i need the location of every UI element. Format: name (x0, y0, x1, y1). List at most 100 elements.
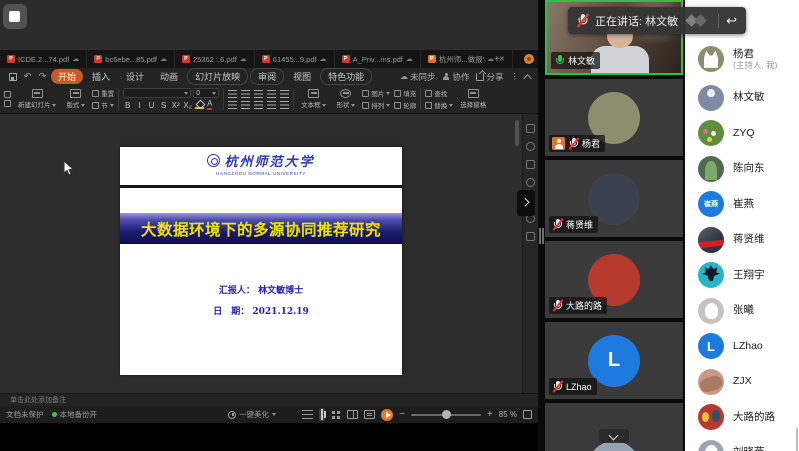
document-tab[interactable]: P A_Priv...ms.pdf ☁ (335, 50, 421, 68)
participant-row[interactable]: ZJX (685, 364, 799, 400)
format-painter-button[interactable] (4, 100, 11, 107)
justify-icon[interactable] (267, 101, 276, 109)
participant-row[interactable]: ZYQ (685, 116, 799, 152)
account-avatar[interactable] (524, 54, 534, 64)
participant-row[interactable]: 崔燕 崔燕 (685, 187, 799, 223)
align-right-icon[interactable] (254, 101, 263, 109)
menu-tab[interactable]: 动画 (153, 69, 185, 84)
format-toggle-button[interactable]: X² (171, 101, 180, 110)
video-tile[interactable]: 杨君 (545, 79, 683, 156)
replace-button[interactable]: 替换 (425, 100, 453, 110)
normal-view-button[interactable] (319, 408, 325, 421)
format-toggle-button[interactable]: U (147, 101, 156, 110)
arrange-button[interactable]: 排列 (362, 100, 390, 110)
undo-icon[interactable]: ↶ (21, 70, 34, 83)
menu-tab[interactable]: 视图 (286, 69, 318, 84)
scroll-tiles-down-button[interactable] (599, 429, 629, 443)
share-button[interactable]: 分享 (476, 71, 503, 83)
notes-view-icon[interactable] (364, 410, 375, 419)
format-toggle-button[interactable]: X₂ (183, 101, 192, 110)
zoom-slider-thumb[interactable] (442, 410, 451, 419)
find-button[interactable]: 查找 (425, 88, 453, 98)
menu-tab[interactable]: 审阅 (250, 68, 284, 85)
participant-row[interactable]: 杨君 (主持人, 我) (685, 38, 799, 80)
participant-list-scrollbar[interactable] (796, 428, 798, 451)
document-tab[interactable]: P 61455...9.pdf ☁ (255, 50, 335, 68)
slide-canvas[interactable]: 杭州师范大学 HANGZHOU NORMAL UNIVERSITY 大数据环境下… (0, 114, 522, 393)
font-color-button[interactable]: A (207, 100, 212, 110)
zoom-out-button[interactable]: − (399, 410, 405, 420)
document-tab[interactable]: P ICDE.2...74.pdf ☁ (0, 50, 87, 68)
menu-tab[interactable]: 设计 (119, 69, 151, 84)
record-tool-icon[interactable] (526, 178, 535, 187)
fill-button[interactable]: 填充 (394, 88, 416, 98)
participant-row[interactable]: 陈向东 (685, 151, 799, 187)
format-toggle-button[interactable]: B (123, 101, 132, 110)
menu-tab[interactable]: 插入 (85, 69, 117, 84)
document-tab[interactable]: P bc6ebe...85.pdf ☁ (87, 50, 175, 68)
fit-screen-icon[interactable] (523, 410, 532, 419)
reset-button[interactable]: 重置 (92, 88, 114, 98)
indent-increase-icon[interactable] (267, 90, 276, 98)
shapes-button[interactable]: 形状 (333, 89, 358, 109)
bullet-list-icon[interactable] (228, 90, 237, 98)
slide[interactable]: 杭州师范大学 HANGZHOU NORMAL UNIVERSITY 大数据环境下… (120, 147, 402, 375)
picture-button[interactable]: 图片 (362, 88, 390, 98)
participant-row[interactable]: 王翔宇 (685, 258, 799, 294)
notes-bar[interactable]: 单击此处添加备注 (0, 393, 538, 406)
align-center-icon[interactable] (241, 101, 250, 109)
textbox-button[interactable]: 文本框 (298, 89, 329, 109)
paste-button[interactable] (4, 91, 11, 98)
zoom-slider[interactable] (411, 414, 481, 416)
participant-row[interactable]: 张曦 (685, 293, 799, 329)
numbered-list-icon[interactable] (241, 90, 250, 98)
video-tile[interactable] (545, 403, 683, 451)
floating-share-widget[interactable] (3, 4, 27, 29)
more-menu-icon[interactable]: ⋮ (511, 71, 520, 82)
font-name-select[interactable] (123, 88, 191, 98)
indent-decrease-icon[interactable] (254, 90, 263, 98)
video-tile[interactable]: 大路的路 (545, 241, 683, 318)
new-tab-button[interactable]: + (486, 50, 508, 68)
return-arrow-icon[interactable]: ↩ (726, 14, 737, 27)
slide-sorter-icon[interactable] (331, 410, 341, 419)
collapse-ribbon-icon[interactable] (523, 74, 531, 82)
layout-button[interactable]: 版式 (63, 89, 88, 109)
sync-status[interactable]: ☁未同步 (400, 71, 436, 83)
video-tile[interactable]: 蒋贤维 (545, 160, 683, 237)
font-size-select[interactable]: 0 (193, 88, 219, 98)
line-spacing-icon[interactable] (280, 90, 289, 98)
save-icon[interactable] (6, 70, 19, 83)
animation-pane-icon[interactable] (526, 124, 535, 133)
menu-tab[interactable]: 开始 (51, 69, 83, 84)
comment-tool-icon[interactable] (526, 142, 535, 151)
highlight-color-icon[interactable] (195, 101, 204, 109)
menu-tab[interactable]: 幻灯片放映 (187, 68, 248, 85)
new-slide-button[interactable]: 新建幻灯片 (15, 89, 59, 109)
outline-button[interactable]: 轮廓 (394, 100, 416, 110)
panel-resize-handle[interactable] (539, 228, 544, 244)
section-button[interactable]: 节 (92, 100, 114, 110)
selection-pane-button[interactable]: 选择窗格 (457, 89, 489, 109)
expand-panel-arrow[interactable] (517, 190, 535, 216)
format-toggle-button[interactable]: S (159, 101, 168, 110)
view-settings-icon[interactable] (302, 410, 313, 419)
redo-icon[interactable]: ↷ (36, 70, 49, 83)
zoom-in-button[interactable]: + (487, 410, 493, 420)
columns-icon[interactable] (280, 101, 289, 109)
reading-view-icon[interactable] (347, 410, 358, 419)
beautify-button[interactable]: 一键美化 (228, 409, 276, 420)
lock-tool-icon[interactable] (526, 160, 535, 169)
menu-tab[interactable]: 特色功能 (320, 68, 372, 85)
video-tile[interactable]: L LZhao (545, 322, 683, 399)
participant-row[interactable]: 林文敏 (685, 80, 799, 116)
participant-row[interactable]: 大路的路 (685, 400, 799, 436)
participant-row[interactable]: 蒋贤维 (685, 222, 799, 258)
muted-microphone-icon[interactable] (576, 13, 589, 28)
canvas-scrollbar[interactable] (515, 120, 519, 146)
collaborate-button[interactable]: 协作 (442, 71, 469, 83)
format-toggle-button[interactable]: I (135, 101, 144, 110)
align-left-icon[interactable] (228, 101, 237, 109)
participant-row[interactable]: 刘晓燕 (685, 435, 799, 451)
participant-row[interactable]: L LZhao (685, 329, 799, 365)
